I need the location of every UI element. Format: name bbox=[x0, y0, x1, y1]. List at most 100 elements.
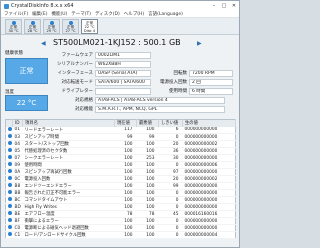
menu-help[interactable]: ヘルプ(H) bbox=[124, 11, 144, 17]
table-header-current[interactable]: 現在値 bbox=[114, 119, 137, 127]
row-worst: 99 bbox=[136, 133, 159, 141]
menu-disk[interactable]: ディスク(D) bbox=[95, 11, 120, 17]
row-raw: 000000000000 bbox=[182, 224, 236, 232]
table-header-threshold[interactable]: しきい値 bbox=[158, 119, 183, 127]
table-row[interactable]: BE エアフロー温度 78 78 45 000016160016 bbox=[5, 210, 236, 218]
row-name: スピンアップ再試行回数 bbox=[22, 168, 115, 176]
table-row[interactable]: 01 リードエラーレート 117 100 6 000000000000 bbox=[5, 126, 236, 134]
poweron-hours-label: 使用時間 bbox=[169, 89, 187, 94]
row-worst: 100 bbox=[136, 196, 159, 204]
row-raw: 000000000000 bbox=[182, 196, 236, 204]
row-status-cell bbox=[5, 231, 13, 239]
menu-function[interactable]: 機能(U) bbox=[51, 11, 67, 17]
status-dot-icon bbox=[8, 148, 12, 153]
table-row[interactable]: C0 電源断による磁気ヘッド退避回数 100 100 0 000000000000 bbox=[5, 224, 236, 232]
row-name: シークエラーレート bbox=[22, 154, 115, 162]
disk-model-title: ST500LM021-1KJ152 : 500.1 GB bbox=[53, 38, 181, 47]
disk-tab-4[interactable]: 正常 27 °C bbox=[62, 19, 79, 34]
row-current: 100 bbox=[114, 147, 137, 155]
status-dot-icon bbox=[8, 197, 12, 202]
smart-attribute-table[interactable]: ID 項目名 現在値 最悪値 しきい値 生の値 01 リードエラーレート 117 10… bbox=[5, 119, 236, 239]
row-status-cell bbox=[5, 161, 13, 169]
row-threshold: 6 bbox=[158, 126, 183, 134]
health-status-badge[interactable]: 正常 bbox=[5, 58, 48, 84]
maximize-button[interactable]: □ bbox=[219, 1, 229, 11]
previous-disk-arrow-icon[interactable]: ◀ bbox=[41, 40, 46, 47]
row-id: C1 bbox=[12, 231, 23, 239]
disk-drive: Disk 4 bbox=[83, 29, 96, 33]
table-row[interactable]: 05 代替処理済のセクタ数 100 100 36 000000000000 bbox=[5, 147, 236, 155]
row-id: B8 bbox=[12, 182, 23, 190]
minimize-button[interactable]: – bbox=[209, 1, 219, 11]
row-status-cell bbox=[5, 168, 13, 176]
row-threshold: 0 bbox=[158, 231, 183, 239]
transfer-label: 対応転送モード bbox=[61, 80, 94, 85]
row-threshold: 45 bbox=[158, 210, 183, 218]
disk-tab-3[interactable]: 正常 29 °C bbox=[43, 19, 60, 34]
row-name: スタート/ストップ回数 bbox=[22, 140, 115, 148]
row-threshold: 97 bbox=[158, 168, 183, 176]
table-row[interactable]: BF 衝撃によるエラー 100 100 0 000000000000 bbox=[5, 217, 236, 225]
table-row[interactable]: 03 スピンアップ時間 99 99 0 000000000000 bbox=[5, 133, 236, 141]
row-worst: 100 bbox=[136, 203, 159, 211]
status-dot-icon bbox=[8, 218, 12, 223]
table-row[interactable]: BB 報告された訂正不可能エラー 100 100 0 000000000000 bbox=[5, 189, 236, 197]
row-threshold: 20 bbox=[158, 140, 183, 148]
table-row[interactable]: 0A スピンアップ再試行回数 100 100 97 000000000000 bbox=[5, 168, 236, 176]
table-row[interactable]: 0C 電源投入回数 100 100 20 000000000002 bbox=[5, 175, 236, 183]
standard-row: 対応規格 ATA8-ACS | ATA8-ACS version 4 bbox=[53, 96, 225, 104]
interface-row: インターフェース UASP (Serial ATA) bbox=[53, 69, 151, 77]
row-worst: 100 bbox=[136, 175, 159, 183]
table-row[interactable]: B8 エンドツーエンドエラー 100 100 99 000000000000 bbox=[5, 182, 236, 190]
status-dot-icon bbox=[8, 169, 12, 174]
row-name: エンドツーエンドエラー bbox=[22, 182, 115, 190]
disk-tab-2[interactable]: 正常 28 °C bbox=[24, 19, 41, 34]
next-disk-arrow-icon[interactable]: ▶ bbox=[197, 40, 202, 47]
menu-theme[interactable]: テーマ(T) bbox=[71, 11, 91, 17]
menu-language[interactable]: 言語(Language) bbox=[148, 11, 183, 17]
row-id: BE bbox=[12, 210, 23, 218]
table-header-worst[interactable]: 最悪値 bbox=[136, 119, 159, 127]
driveletter-value bbox=[95, 87, 151, 95]
table-row[interactable]: BD High Fly Writes 100 100 0 000000000000 bbox=[5, 203, 236, 211]
menu-file[interactable]: ファイル(F) bbox=[4, 11, 28, 17]
row-current: 100 bbox=[114, 168, 137, 176]
row-worst: 100 bbox=[136, 224, 159, 232]
table-row[interactable]: 09 使用時間 100 100 0 000000000006 bbox=[5, 161, 236, 169]
table-row[interactable]: 07 シークエラーレート 100 253 30 000000000000 bbox=[5, 154, 236, 162]
row-current: 100 bbox=[114, 161, 137, 169]
close-button[interactable]: ✕ bbox=[229, 1, 239, 11]
row-current: 100 bbox=[114, 154, 137, 162]
row-status-cell bbox=[5, 203, 13, 211]
row-name: 代替処理済のセクタ数 bbox=[22, 147, 115, 155]
table-row[interactable]: BC コマンドタイムアウト 100 100 0 000000000000 bbox=[5, 196, 236, 204]
row-raw: 000000000004 bbox=[182, 231, 236, 239]
table-row[interactable]: 04 スタート/ストップ回数 100 100 20 000000000002 bbox=[5, 140, 236, 148]
row-current: 100 bbox=[114, 182, 137, 190]
row-raw: 000000000000 bbox=[182, 189, 236, 197]
row-current: 100 bbox=[114, 217, 137, 225]
table-header-id[interactable]: ID bbox=[12, 119, 23, 127]
row-worst: 100 bbox=[136, 217, 159, 225]
row-id: 07 bbox=[12, 154, 23, 162]
row-status-cell bbox=[5, 140, 13, 148]
row-status-cell bbox=[5, 175, 13, 183]
row-id: BC bbox=[12, 196, 23, 204]
poweron-count-value: 2 回 bbox=[189, 78, 233, 86]
disk-tab-5[interactable]: 正常 22 °C Disk 4 bbox=[81, 19, 98, 34]
disk-tab-1[interactable]: 正常 30 °C bbox=[5, 19, 22, 34]
table-header-name[interactable]: 項目名 bbox=[22, 119, 115, 127]
row-worst: 100 bbox=[136, 231, 159, 239]
row-raw: 000000000006 bbox=[182, 161, 236, 169]
row-id: 09 bbox=[12, 161, 23, 169]
row-name: スピンアップ時間 bbox=[22, 133, 115, 141]
status-dot-icon bbox=[8, 183, 12, 188]
table-row[interactable]: C1 ロード/アンロードサイクル回数 100 100 0 000000000004 bbox=[5, 231, 236, 239]
row-current: 100 bbox=[114, 231, 137, 239]
poweron-hours-row: 使用時間 6 時間 bbox=[159, 87, 233, 95]
features-label: 対応機能 bbox=[75, 107, 93, 112]
menu-edit[interactable]: 編集(E) bbox=[32, 11, 47, 17]
row-raw: 000000000000 bbox=[182, 133, 236, 141]
table-header-raw[interactable]: 生の値 bbox=[182, 119, 236, 127]
status-dot-icon bbox=[8, 176, 12, 181]
